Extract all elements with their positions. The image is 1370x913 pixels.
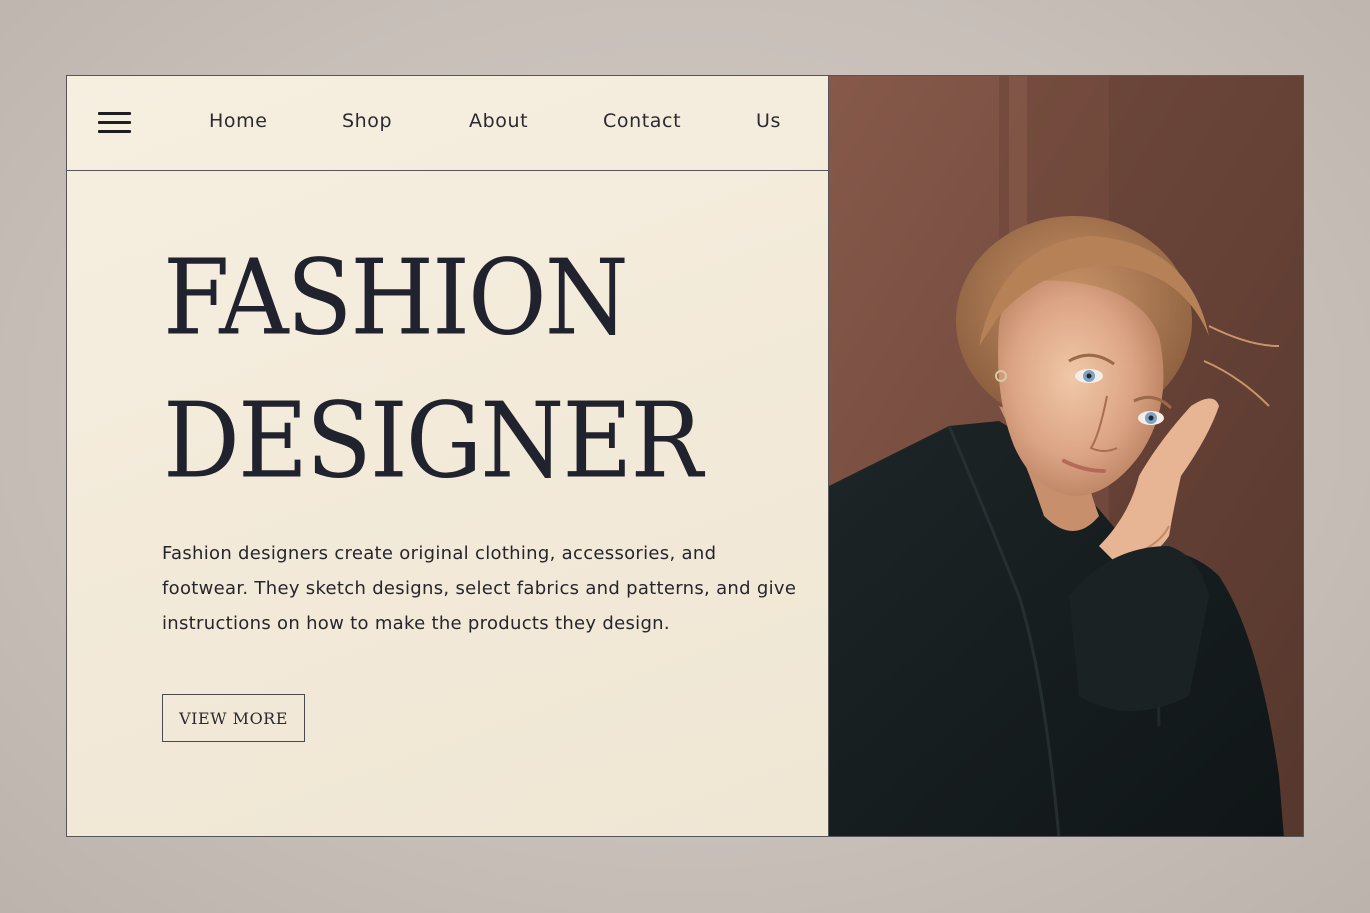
nav-link-about[interactable]: About: [469, 110, 528, 132]
hero-title-line1: FASHION: [163, 237, 629, 359]
view-more-button[interactable]: VIEW MORE: [162, 694, 305, 742]
hamburger-menu-icon[interactable]: [98, 112, 131, 134]
hamburger-bar: [98, 121, 131, 124]
hero-description: Fashion designers create original clothi…: [162, 543, 797, 634]
model-photo-illustration: [829, 76, 1303, 836]
hamburger-bar: [98, 130, 131, 133]
nav-link-us[interactable]: Us: [756, 110, 781, 132]
nav-link-contact[interactable]: Contact: [603, 110, 681, 132]
nav-link-shop[interactable]: Shop: [342, 110, 392, 132]
nav-link-home[interactable]: Home: [209, 110, 268, 132]
hero-card: Home Shop About Contact Us FASHION DESIG…: [66, 75, 1304, 837]
hero-title-line2: DESIGNER: [163, 380, 703, 502]
model-photo: [828, 76, 1303, 836]
hamburger-bar: [98, 112, 131, 115]
navbar: Home Shop About Contact Us: [67, 76, 828, 171]
content-panel: Home Shop About Contact Us FASHION DESIG…: [67, 76, 828, 836]
